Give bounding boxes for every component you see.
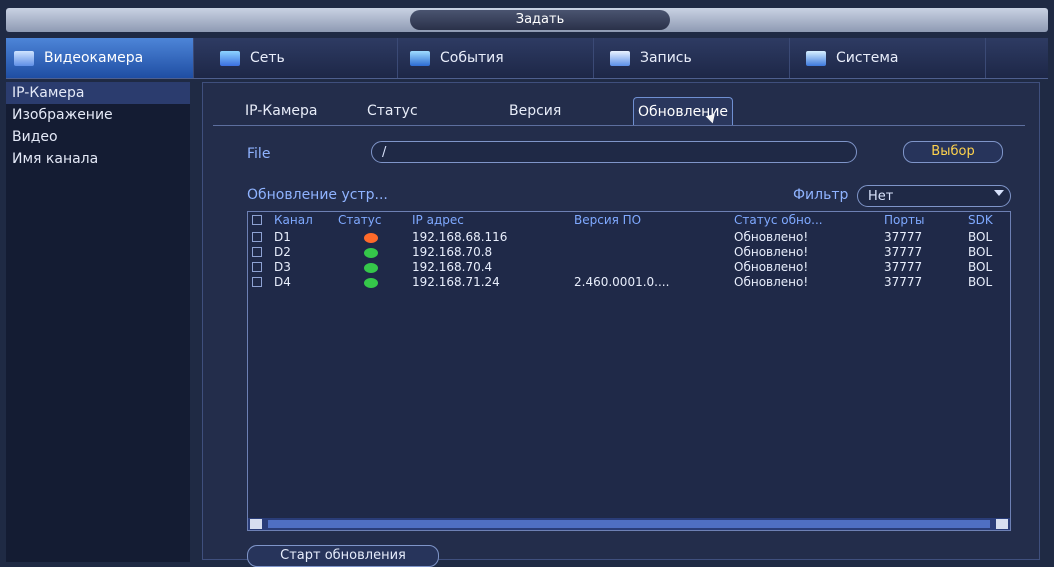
- main-panel: IP-Камера Статус Версия Обновление File …: [202, 82, 1040, 567]
- nav-network[interactable]: Сеть: [202, 38, 398, 78]
- sidebar-item-ip-camera[interactable]: IP-Камера: [6, 82, 190, 104]
- select-button[interactable]: Выбор: [903, 141, 1003, 163]
- nav-label-system: Система: [836, 50, 899, 66]
- title-bar: Задать: [6, 8, 1048, 32]
- horizontal-scrollbar[interactable]: [248, 518, 1010, 530]
- header-update-status: Статус обно...: [734, 213, 823, 227]
- header-status: Статус: [338, 213, 382, 227]
- tab-status[interactable]: Статус: [367, 97, 418, 125]
- row-update-status: Обновлено!: [734, 260, 809, 274]
- window-title: Задать: [410, 10, 670, 30]
- sidebar: IP-Камера Изображение Видео Имя канала: [6, 82, 190, 562]
- select-all-checkbox[interactable]: [252, 215, 262, 225]
- row-port: 37777: [884, 245, 923, 259]
- row-update-status: Обновлено!: [734, 230, 809, 244]
- header-ports: Порты: [884, 213, 925, 227]
- row-ip: 192.168.68.116: [412, 230, 508, 244]
- row-ip: 192.168.70.8: [412, 245, 493, 259]
- row-checkbox[interactable]: [252, 262, 262, 272]
- table-row[interactable]: D4 192.168.71.24 2.460.0001.0.... Обновл…: [248, 275, 1010, 290]
- tab-update[interactable]: Обновление: [633, 97, 734, 126]
- filter-label: Фильтр: [793, 187, 849, 203]
- tab-divider: [213, 125, 1025, 126]
- table-row[interactable]: D3 192.168.70.4 Обновлено! 37777 BOL: [248, 260, 1010, 275]
- start-update-button[interactable]: Старт обновления: [247, 545, 439, 567]
- nav-record[interactable]: Запись: [594, 38, 790, 78]
- row-port: 37777: [884, 230, 923, 244]
- status-dot: [364, 248, 378, 258]
- nav-label-events: События: [440, 50, 504, 66]
- row-sdk: BOL: [968, 230, 993, 244]
- nav-events[interactable]: События: [398, 38, 594, 78]
- sidebar-item-image[interactable]: Изображение: [6, 104, 190, 126]
- row-port: 37777: [884, 275, 923, 289]
- scroll-right-icon[interactable]: [996, 519, 1008, 529]
- header-sdk: SDK: [968, 213, 993, 227]
- row-version: 2.460.0001.0....: [574, 275, 670, 289]
- filter-select[interactable]: Нет: [857, 185, 1011, 207]
- scroll-left-icon[interactable]: [250, 519, 262, 529]
- status-dot: [364, 263, 378, 273]
- nav-system[interactable]: Система: [790, 38, 986, 78]
- row-sdk: BOL: [968, 275, 993, 289]
- row-checkbox[interactable]: [252, 232, 262, 242]
- nav-label-network: Сеть: [250, 50, 285, 66]
- table-header: Канал Статус IP адрес Версия ПО Статус о…: [248, 212, 1010, 228]
- table-row[interactable]: D2 192.168.70.8 Обновлено! 37777 BOL: [248, 245, 1010, 260]
- row-sdk: BOL: [968, 260, 993, 274]
- camera-icon: [14, 50, 34, 66]
- section-title: Обновление устр...: [247, 187, 388, 203]
- status-dot: [364, 278, 378, 288]
- row-channel: D1: [274, 230, 291, 244]
- row-ip: 192.168.70.4: [412, 260, 493, 274]
- sidebar-item-video[interactable]: Видео: [6, 126, 190, 148]
- filter-value: Нет: [868, 189, 894, 204]
- header-channel: Канал: [274, 213, 313, 227]
- system-icon: [806, 50, 826, 66]
- record-icon: [610, 50, 630, 66]
- nav-label-record: Запись: [640, 50, 692, 66]
- table-row[interactable]: D1 192.168.68.116 Обновлено! 37777 BOL: [248, 230, 1010, 245]
- file-label: File: [247, 146, 271, 162]
- header-ip: IP адрес: [412, 213, 464, 227]
- row-checkbox[interactable]: [252, 247, 262, 257]
- nav-camera[interactable]: Видеокамера: [6, 38, 194, 78]
- row-ip: 192.168.71.24: [412, 275, 500, 289]
- scroll-thumb[interactable]: [268, 520, 990, 528]
- row-channel: D3: [274, 260, 291, 274]
- devices-table: Канал Статус IP адрес Версия ПО Статус о…: [247, 211, 1011, 531]
- row-sdk: BOL: [968, 245, 993, 259]
- row-channel: D4: [274, 275, 291, 289]
- top-nav: Видеокамера Сеть События Запись Система: [6, 38, 1048, 79]
- file-path-input[interactable]: /: [371, 141, 857, 163]
- events-icon: [410, 50, 430, 66]
- tab-ip-camera[interactable]: IP-Камера: [245, 97, 317, 125]
- nav-label-camera: Видеокамера: [44, 50, 144, 66]
- network-icon: [220, 50, 240, 66]
- row-update-status: Обновлено!: [734, 275, 809, 289]
- row-update-status: Обновлено!: [734, 245, 809, 259]
- file-path-value: /: [382, 145, 387, 160]
- row-channel: D2: [274, 245, 291, 259]
- row-port: 37777: [884, 260, 923, 274]
- status-dot: [364, 233, 378, 243]
- tab-version[interactable]: Версия: [509, 97, 561, 125]
- sidebar-item-channel-name[interactable]: Имя канала: [6, 148, 190, 170]
- chevron-down-icon: [994, 190, 1004, 196]
- header-version: Версия ПО: [574, 213, 642, 227]
- row-checkbox[interactable]: [252, 277, 262, 287]
